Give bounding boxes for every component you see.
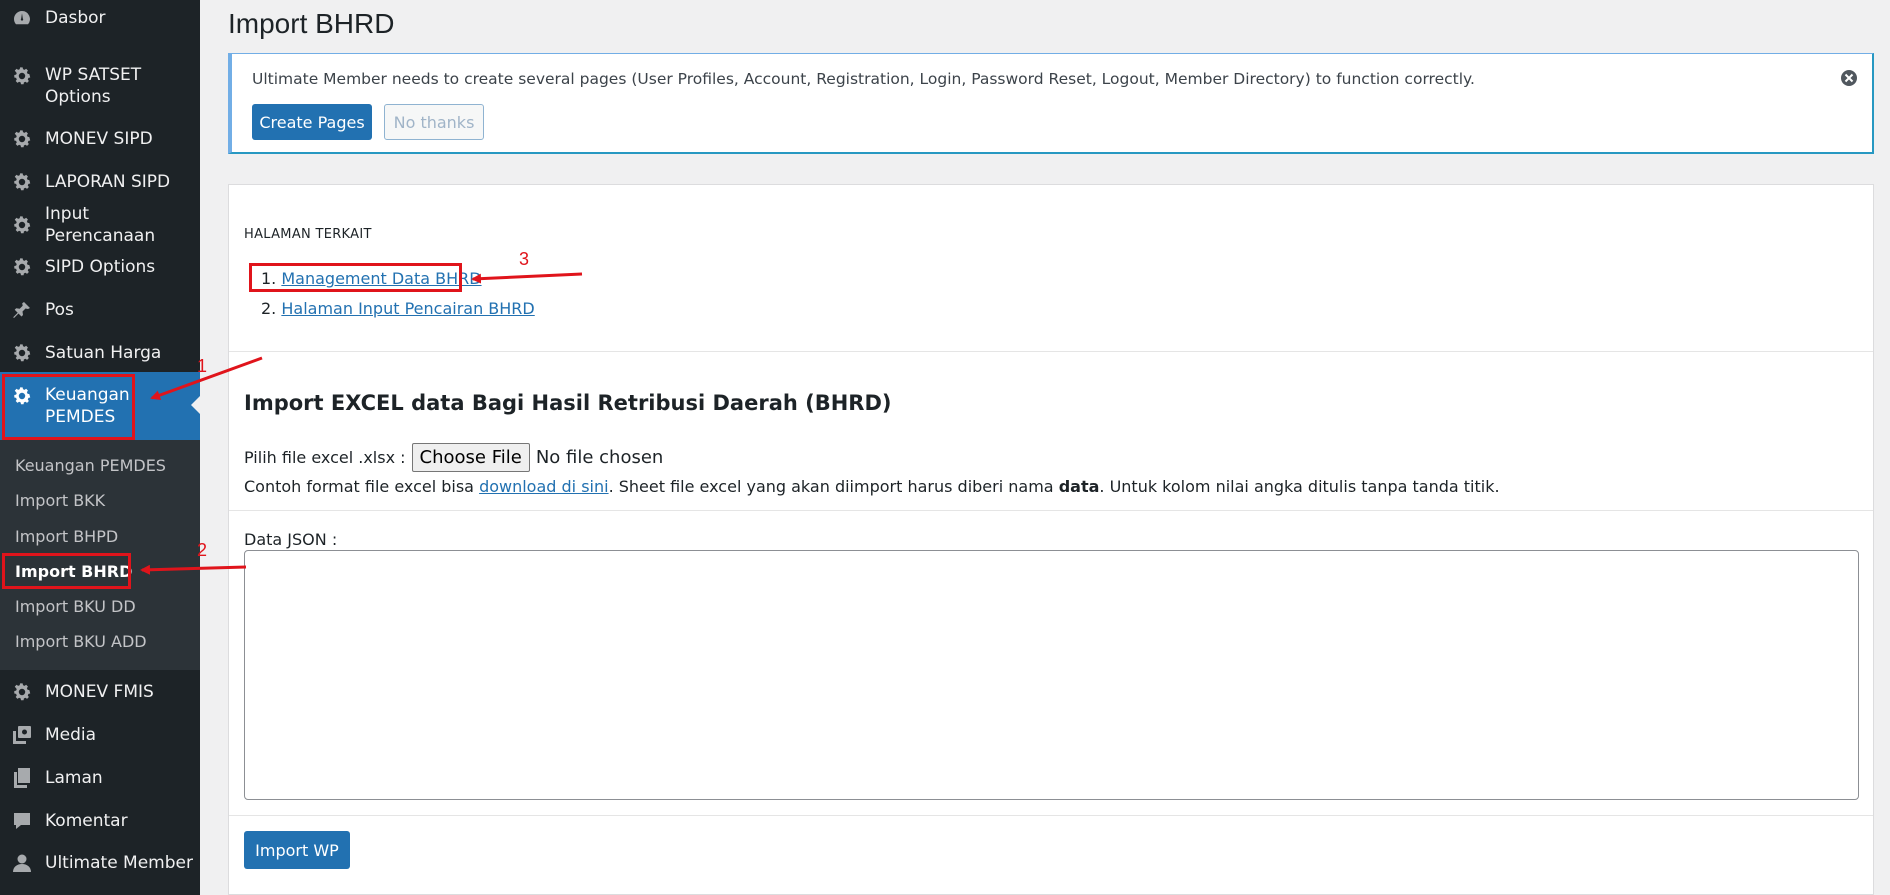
halaman-input-pencairan-link[interactable]: Halaman Input Pencairan BHRD	[281, 299, 534, 318]
menu-item-ultimate-member[interactable]: Ultimate Member	[0, 843, 200, 883]
menu-item-sipd-options[interactable]: SIPD Options	[0, 247, 200, 287]
menu-label: MONEV FMIS	[45, 682, 154, 702]
related-link-item: 2. Halaman Input Pencairan BHRD	[261, 299, 535, 318]
submenu-item-keuangan-pemdes[interactable]: Keuangan PEMDES	[15, 456, 166, 475]
comment-icon	[10, 809, 34, 833]
import-heading: Import EXCEL data Bagi Hasil Retribusi D…	[244, 391, 892, 415]
menu-item-laporan-sipd[interactable]: LAPORAN SIPD	[0, 162, 200, 202]
menu-item-wp-satset-options[interactable]: WP SATSET Options	[0, 60, 200, 112]
gear-icon	[10, 255, 34, 279]
menu-label: WP SATSET Options	[45, 65, 142, 107]
divider	[229, 351, 1873, 352]
submenu-item-import-bkk[interactable]: Import BKK	[15, 491, 105, 510]
menu-label: LAPORAN SIPD	[45, 172, 171, 192]
admin-notice: Ultimate Member needs to create several …	[228, 53, 1874, 154]
menu-label: Dasbor	[45, 8, 106, 28]
menu-label: Pos	[45, 300, 74, 320]
annotation-number-2: 2	[197, 540, 208, 560]
user-icon	[10, 851, 34, 875]
dismiss-notice-icon[interactable]	[1840, 69, 1858, 87]
menu-label: Ultimate Member	[45, 853, 193, 873]
no-thanks-button[interactable]: No thanks	[384, 104, 484, 140]
import-card: HALAMAN TERKAIT 1. Management Data BHRD …	[228, 184, 1874, 895]
menu-label: Input Perencanaan	[45, 204, 156, 246]
annotation-box-2	[2, 553, 131, 589]
gear-icon	[10, 127, 34, 151]
divider	[229, 815, 1873, 816]
annotation-box-3	[249, 263, 462, 292]
dashboard-icon	[10, 6, 34, 30]
menu-label: Satuan Harga	[45, 343, 162, 363]
page-title: Import BHRD	[228, 8, 395, 39]
related-pages-heading: HALAMAN TERKAIT	[244, 227, 372, 242]
import-wp-button[interactable]: Import WP	[244, 831, 350, 869]
format-hint: Contoh format file excel bisa download d…	[244, 477, 1500, 496]
notice-message: Ultimate Member needs to create several …	[252, 70, 1475, 88]
file-input-label: Pilih file excel .xlsx :	[244, 448, 406, 467]
no-file-chosen-text: No file chosen	[535, 447, 664, 468]
menu-item-satuan-harga[interactable]: Satuan Harga	[0, 333, 200, 373]
download-template-link[interactable]: download di sini	[479, 477, 609, 496]
menu-label: Komentar	[45, 811, 128, 831]
annotation-box-1	[2, 374, 135, 440]
list-number: 2.	[261, 299, 277, 318]
file-input-row: Pilih file excel .xlsx : Choose File No …	[244, 443, 663, 472]
pin-icon	[10, 298, 34, 322]
menu-label: SIPD Options	[45, 257, 156, 277]
menu-label: MONEV SIPD	[45, 129, 153, 149]
menu-item-media[interactable]: Media	[0, 715, 200, 755]
gear-icon	[10, 170, 34, 194]
menu-item-input-perencanaan[interactable]: Input Perencanaan	[0, 204, 200, 246]
gear-icon	[10, 64, 34, 88]
divider	[229, 510, 1873, 511]
menu-item-pos[interactable]: Pos	[0, 290, 200, 330]
admin-sidebar: Dasbor WP SATSET Options MONEV SIPD LAPOR…	[0, 0, 200, 895]
submenu-item-import-bku-add[interactable]: Import BKU ADD	[15, 632, 147, 651]
submenu-item-import-bhpd[interactable]: Import BHPD	[15, 527, 118, 546]
menu-item-monev-fmis[interactable]: MONEV FMIS	[0, 672, 200, 712]
page-icon	[10, 766, 34, 790]
active-indicator	[191, 396, 200, 414]
menu-item-komentar[interactable]: Komentar	[0, 801, 200, 841]
choose-file-button[interactable]: Choose File	[411, 443, 530, 472]
annotation-number-1: 1	[197, 356, 208, 376]
menu-item-laman[interactable]: Laman	[0, 758, 200, 798]
gear-icon	[10, 213, 34, 237]
menu-item-dasbor[interactable]: Dasbor	[0, 0, 200, 38]
json-label: Data JSON :	[244, 530, 338, 549]
menu-label: Media	[45, 725, 97, 745]
submenu-item-import-bku-dd[interactable]: Import BKU DD	[15, 597, 136, 616]
menu-label: Laman	[45, 768, 103, 788]
menu-item-monev-sipd[interactable]: MONEV SIPD	[0, 119, 200, 159]
json-textarea[interactable]	[244, 550, 1859, 800]
create-pages-button[interactable]: Create Pages	[252, 104, 372, 140]
gear-icon	[10, 341, 34, 365]
media-icon	[10, 723, 34, 747]
annotation-number-3: 3	[519, 249, 530, 269]
gear-icon	[10, 680, 34, 704]
